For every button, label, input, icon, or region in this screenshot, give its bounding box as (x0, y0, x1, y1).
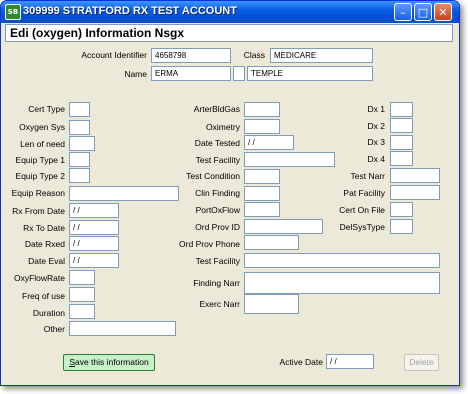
finding-narr-field[interactable] (244, 272, 440, 294)
delete-button[interactable]: Delete (404, 354, 439, 371)
dx4-field[interactable] (390, 151, 413, 166)
pat-facility-field[interactable] (390, 185, 440, 200)
dx1-label: Dx 1 (367, 104, 385, 114)
oximetry-label: Oximetry (206, 122, 240, 132)
oxygen-sys-field[interactable] (69, 120, 90, 135)
arter-bld-gas-field[interactable] (244, 102, 280, 117)
middle-initial-field[interactable] (233, 66, 245, 81)
test-facility-2-field[interactable] (244, 253, 440, 268)
del-sys-type-label: DelSysType (339, 222, 385, 232)
rx-from-date-field[interactable]: / / (69, 203, 119, 218)
clin-finding-label: Clin Finding (195, 188, 240, 198)
ord-prov-phone-label: Ord Prov Phone (179, 239, 240, 249)
save-button-label: ave this information (74, 357, 149, 367)
form-title: Edi (oxygen) Information Nsgx (10, 26, 185, 40)
rx-to-date-label: Rx To Date (23, 223, 65, 233)
main-window: SB 309999 STRATFORD RX TEST ACCOUNT – □ … (0, 0, 460, 386)
cert-on-file-field[interactable] (390, 202, 413, 217)
name-label: Name (124, 69, 147, 79)
date-eval-field[interactable]: / / (69, 253, 119, 268)
close-button[interactable]: ✕ (434, 3, 452, 21)
cert-on-file-label: Cert On File (339, 205, 385, 215)
clin-finding-field[interactable] (244, 186, 280, 201)
del-sys-type-field[interactable] (390, 219, 413, 234)
rx-to-date-field[interactable]: / / (69, 220, 119, 235)
date-tested-label: Date Tested (194, 138, 240, 148)
dx2-field[interactable] (390, 118, 413, 133)
date-rxed-label: Date Rxed (24, 239, 65, 249)
dx4-label: Dx 4 (367, 154, 385, 164)
ord-prov-id-field[interactable] (244, 219, 323, 234)
cert-type-label: Cert Type (28, 104, 65, 114)
date-eval-label: Date Eval (28, 256, 65, 266)
port-ox-flow-field[interactable] (244, 202, 280, 217)
port-ox-flow-label: PortOxFlow (195, 205, 240, 215)
test-narr-label: Test Narr (350, 171, 385, 181)
form-header: Edi (oxygen) Information Nsgx (5, 24, 453, 42)
window-title: 309999 STRATFORD RX TEST ACCOUNT (23, 5, 237, 17)
oxygen-sys-label: Oxygen Sys (19, 122, 65, 132)
test-narr-field[interactable] (390, 168, 440, 183)
exerc-narr-label: Exerc Narr (199, 299, 240, 309)
equip-type-1-label: Equip Type 1 (15, 155, 65, 165)
duration-field[interactable] (69, 304, 95, 319)
oxy-flow-rate-field[interactable] (69, 270, 95, 285)
arter-bld-gas-label: ArterBldGas (193, 104, 240, 114)
dx3-field[interactable] (390, 135, 413, 150)
equip-type-2-label: Equip Type 2 (15, 171, 65, 181)
date-rxed-field[interactable]: / / (69, 236, 119, 251)
test-facility-label: Test Facility (195, 155, 240, 165)
freq-of-use-label: Freq of use (22, 291, 65, 301)
equip-type-1-field[interactable] (69, 152, 90, 167)
save-button[interactable]: Save this information (63, 354, 155, 371)
oxy-flow-rate-label: OxyFlowRate (13, 273, 65, 283)
other-field[interactable] (69, 321, 176, 336)
title-bar[interactable]: SB 309999 STRATFORD RX TEST ACCOUNT – □ … (1, 1, 459, 23)
ord-prov-id-label: Ord Prov ID (195, 222, 240, 232)
pat-facility-label: Pat Facility (343, 188, 385, 198)
account-identifier-label: Account Identifier (81, 50, 147, 60)
finding-narr-label: Finding Narr (193, 278, 240, 288)
app-icon: SB (5, 4, 21, 20)
rx-from-date-label: Rx From Date (12, 206, 65, 216)
equip-type-2-field[interactable] (69, 168, 90, 183)
first-name-field[interactable]: ERMA (151, 66, 231, 81)
active-date-field[interactable]: / / (326, 354, 374, 369)
dx2-label: Dx 2 (367, 121, 385, 131)
test-condition-field[interactable] (244, 169, 280, 184)
active-date-label: Active Date (279, 357, 323, 367)
date-tested-field[interactable]: / / (244, 135, 294, 150)
class-label: Class (243, 50, 265, 60)
len-of-need-label: Len of need (20, 139, 65, 149)
class-field[interactable]: MEDICARE (270, 48, 373, 63)
equip-reason-label: Equip Reason (11, 188, 65, 198)
last-name-field[interactable]: TEMPLE (247, 66, 373, 81)
dx3-label: Dx 3 (367, 137, 385, 147)
maximize-button[interactable]: □ (414, 3, 432, 21)
ord-prov-phone-field[interactable] (244, 235, 299, 250)
test-condition-label: Test Condition (186, 171, 240, 181)
oximetry-field[interactable] (244, 119, 280, 134)
test-facility-2-label: Test Facility (195, 256, 240, 266)
cert-type-field[interactable] (69, 102, 90, 117)
other-label: Other (43, 324, 65, 334)
exerc-narr-field[interactable] (244, 294, 299, 314)
duration-label: Duration (32, 308, 65, 318)
len-of-need-field[interactable] (69, 136, 95, 151)
freq-of-use-field[interactable] (69, 287, 95, 302)
minimize-button[interactable]: – (394, 3, 412, 21)
test-facility-field[interactable] (244, 152, 335, 167)
dx1-field[interactable] (390, 102, 413, 117)
account-identifier-field[interactable]: 4658798 (151, 48, 231, 63)
